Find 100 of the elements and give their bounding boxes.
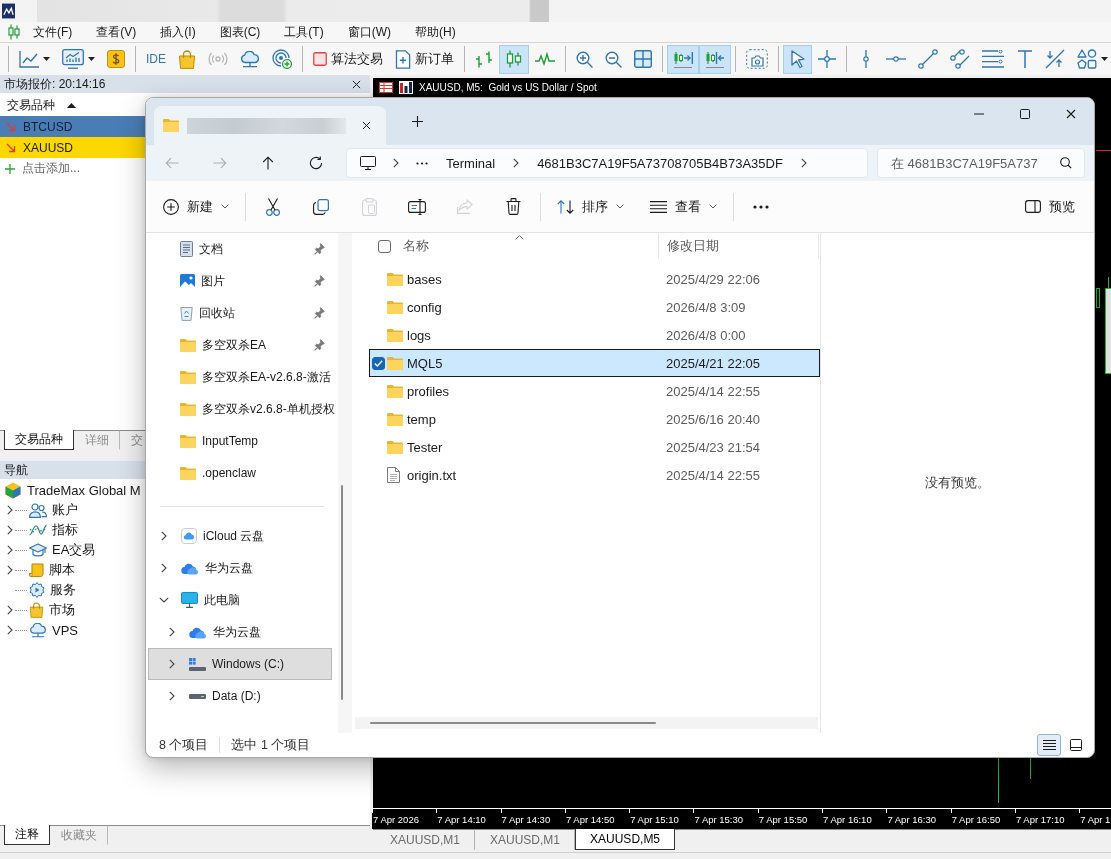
vertical-line-icon [862,50,869,68]
nav-item[interactable]: Windows (C:) [148,648,332,680]
symbol-row[interactable]: BTCUSD [0,116,145,137]
preview-message: 没有预览。 [925,474,990,492]
view-button[interactable] [1037,734,1061,756]
toolbar-button[interactable] [699,44,731,74]
toolbar-button[interactable] [499,44,529,74]
menu-item[interactable]: 帮助(H) [410,22,461,42]
close-button[interactable] [351,78,362,90]
cloud-icon [181,561,199,575]
tree-item[interactable]: 指标 [0,520,81,540]
selection-count: 选中 1 个项目 [231,736,311,754]
tree-item[interactable]: 账户 [0,500,81,520]
symbol-row[interactable]: XAUUSD [0,137,145,158]
candle [1096,288,1100,308]
nav-item[interactable]: 回收站 [148,297,332,329]
preview-pane-icon [1025,200,1041,213]
tree-item[interactable]: 市场 [0,600,78,620]
folder-icon [180,402,196,416]
menu-item[interactable]: 窗口(W) [342,22,396,42]
toolbar-button[interactable]: 算法交易 [307,44,389,74]
nav-item[interactable]: 多空双杀EA [148,329,332,361]
chevron-right-icon[interactable] [169,659,175,669]
chevron-right-icon[interactable] [800,158,807,168]
nav-item[interactable]: InputTemp [148,425,332,457]
chevron-right-icon[interactable] [393,158,399,168]
chevron-right-icon[interactable] [161,531,167,541]
menu-item[interactable]: 查看(V) [91,22,142,42]
zoom-in-icon [576,50,593,68]
search-field[interactable]: 在 4681B3C7A19F5A737 [877,148,1085,178]
file-row[interactable]: Tester 2025/4/23 21:54 [369,433,820,461]
column-header[interactable]: 修改日期 [659,233,819,259]
menu-item[interactable]: 插入(I) [155,22,201,42]
tile-view-icon [1070,739,1082,751]
table-icon [379,82,393,93]
chart-tab[interactable]: XAUUSD,M5 [575,829,676,850]
nav-item[interactable]: Data (D:) [148,680,332,712]
bag-icon [178,49,196,69]
nav-item[interactable]: 文档 [148,233,332,265]
add-symbol-row[interactable]: 点击添加... [0,158,84,179]
chevron-right-icon[interactable] [169,691,175,701]
toolbar-button[interactable] [783,44,812,74]
folder-icon [180,370,196,384]
tree-item[interactable]: EA交易 [0,540,99,560]
panel-tab[interactable]: 注释 [4,825,50,845]
column-header[interactable]: 交易品种 [6,95,77,115]
breadcrumb-link[interactable]: Terminal [445,151,497,175]
chart-title: XAUUSD, M5: Gold vs US Dollar / Spot [419,82,597,93]
chevron-right-icon[interactable] [513,158,520,168]
modified-date: 2025/4/23 21:54 [665,439,760,455]
chevron-right-icon[interactable] [169,627,175,637]
command-button[interactable]: 排序 [548,190,633,223]
tree-item[interactable]: TradeMax Global M [0,480,144,500]
nav-item[interactable]: .openclaw [148,457,332,489]
monitor-chart-icon [62,49,84,69]
nav-item[interactable]: 华为云盘 [148,616,332,648]
file-row[interactable]: bases 2025/4/29 22:06 [369,265,820,293]
tree-item[interactable]: VPS [0,620,81,640]
menu-item[interactable]: 文件(F) [28,22,78,42]
line-chart-icon [19,50,39,68]
row-checkbox[interactable] [372,356,385,370]
clipboard-icon [361,197,377,216]
toolbar-button[interactable]: 新订单 [389,44,460,74]
share-icon [457,199,473,214]
chevron-right-icon[interactable] [161,563,167,573]
file-name: bases [407,271,443,287]
nav-item[interactable]: 图片 [148,265,332,297]
drive-icon [189,693,206,699]
file-row[interactable]: origin.txt 2025/4/14 22:55 [369,461,820,489]
panel-tab[interactable]: 交易品种 [4,430,74,450]
menu-item[interactable]: 工具(T) [279,22,329,42]
tree-item[interactable]: 脚本 [0,560,78,580]
file-row[interactable]: logs 2026/4/8 0:00 [369,321,820,349]
file-row[interactable]: profiles 2025/4/14 22:55 [369,377,820,405]
file-row[interactable]: MQL5 2025/4/21 22:05 [369,349,820,377]
scrollbar-thumb[interactable] [341,485,343,700]
file-row[interactable]: config 2026/4/8 3:09 [369,293,820,321]
preview-button[interactable]: 预览 [1016,190,1084,223]
breadcrumb-link[interactable]: 4681B3C7A19F5A73708705B4B73A35DF [536,151,784,175]
pin-icon [314,243,325,255]
menu-item[interactable]: 图表(C) [214,22,266,42]
nav-item[interactable]: 多空双杀EA-v2.6.8-激活 [148,361,332,393]
modified-date: 2026/4/8 3:09 [665,299,746,315]
tree-item[interactable]: 服务 [0,580,79,600]
address-field[interactable]: Terminal 4681B3C7A19F5A73708705B4B73A35DF [346,148,868,178]
command-button[interactable]: 查看 [641,190,726,223]
chart-tab[interactable]: XAUUSD,M1 [375,829,475,850]
column-header[interactable]: 名称 [398,233,659,259]
nav-item[interactable]: 此电脑 [148,584,332,616]
file-row[interactable]: temp 2025/6/16 20:40 [369,405,820,433]
nav-item[interactable]: iCloud 云盘 [148,520,332,552]
nav-item[interactable]: 华为云盘 [148,552,332,584]
more-icon[interactable] [416,161,428,165]
select-all-checkbox[interactable] [378,239,391,253]
shapes-icon [1077,49,1097,69]
toolbar-button[interactable] [667,44,699,74]
command-button[interactable]: 新建 [154,190,238,223]
toolbar-button[interactable]: IDE [140,44,172,74]
horizontal-scrollbar[interactable] [355,717,818,729]
chevron-down-icon[interactable] [159,597,169,603]
